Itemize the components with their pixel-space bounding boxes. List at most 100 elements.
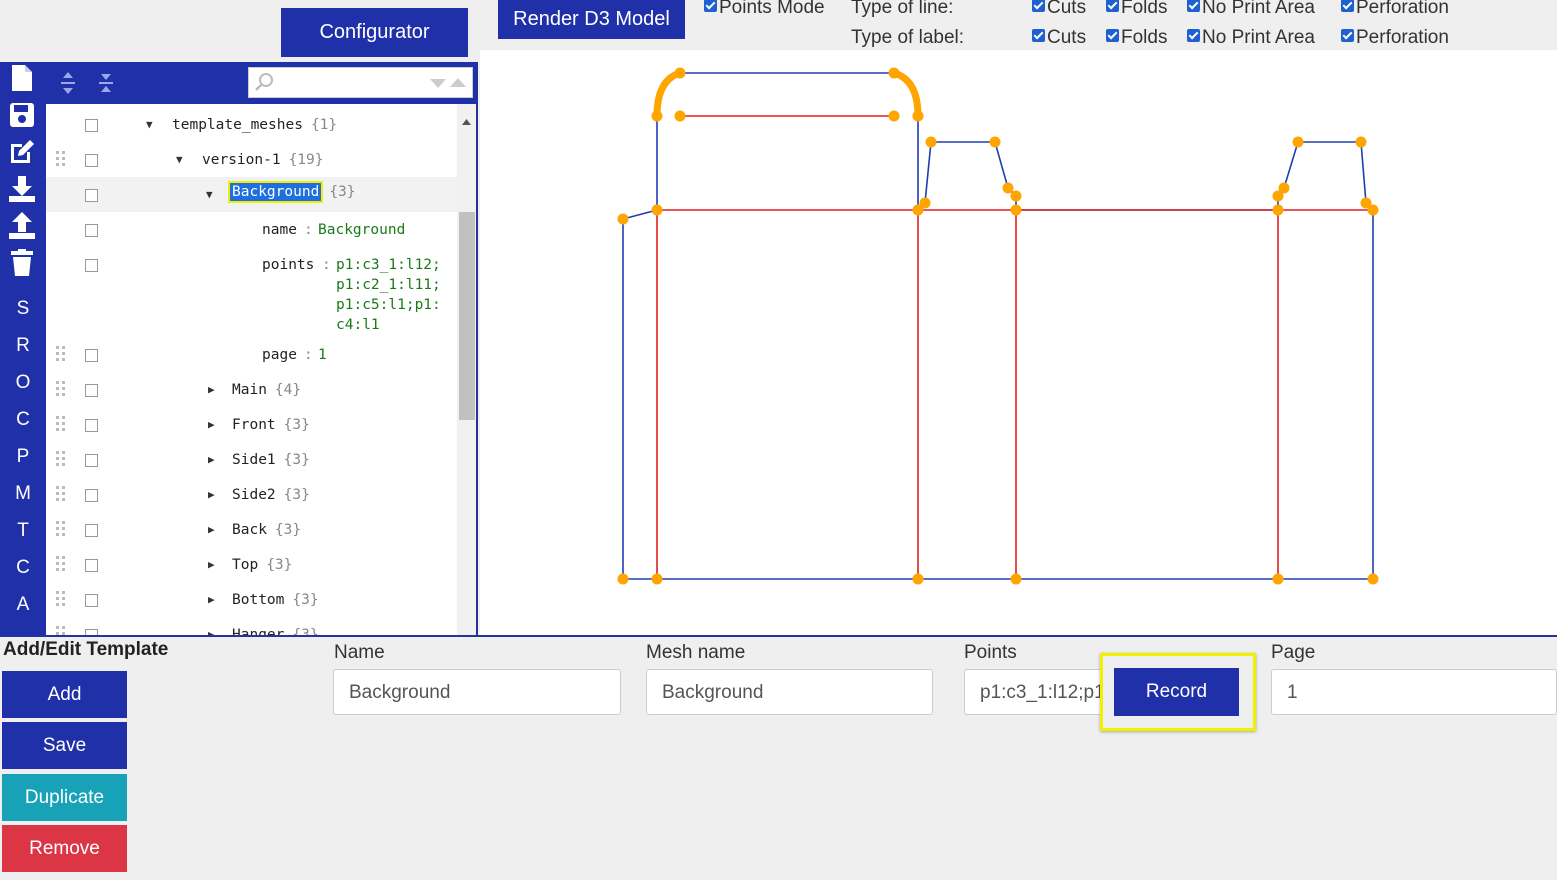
save-icon[interactable] xyxy=(7,100,37,130)
row-checkbox[interactable] xyxy=(85,259,98,272)
prop-value-page[interactable]: 1 xyxy=(318,347,327,363)
name-input[interactable]: Background xyxy=(333,669,621,715)
side-tab-p[interactable]: P xyxy=(0,446,46,468)
row-checkbox[interactable] xyxy=(85,384,98,397)
tree-row[interactable]: ▶ Side2 {3} xyxy=(46,477,457,512)
add-button[interactable]: Add xyxy=(2,671,127,718)
selected-node-label[interactable]: Background xyxy=(227,181,324,203)
dieline-drawing[interactable] xyxy=(480,50,1557,636)
search-prev-icon[interactable] xyxy=(429,76,447,94)
tree-row[interactable]: ▼ version-1 {19} xyxy=(46,142,457,177)
checkbox-checked-icon[interactable] xyxy=(1106,29,1119,42)
edit-icon[interactable] xyxy=(7,137,37,167)
side-tab-c[interactable]: C xyxy=(0,409,46,431)
caret-right-icon[interactable]: ▶ xyxy=(208,418,215,431)
prop-value-points-line[interactable]: p1:c2_1:l11; xyxy=(336,277,441,293)
caret-right-icon[interactable]: ▶ xyxy=(208,523,215,536)
side-tab-o[interactable]: O xyxy=(0,372,46,394)
checkbox-checked-icon[interactable] xyxy=(704,0,717,12)
configurator-button[interactable]: Configurator xyxy=(281,8,468,57)
drag-handle-icon[interactable] xyxy=(56,416,66,432)
label-no-print-area-checkbox[interactable]: No Print Area xyxy=(1187,27,1315,49)
tree-row[interactable]: ▼ template_meshes {1} xyxy=(46,107,457,142)
tree-node-version[interactable]: version-1 {19} xyxy=(202,152,324,168)
new-file-icon[interactable] xyxy=(7,63,37,93)
drag-handle-icon[interactable] xyxy=(56,556,66,572)
tree-row[interactable]: ▶ Front {3} xyxy=(46,407,457,442)
page-input[interactable]: 1 xyxy=(1271,669,1557,715)
duplicate-button[interactable]: Duplicate xyxy=(2,774,127,821)
row-checkbox[interactable] xyxy=(85,524,98,537)
checkbox-checked-icon[interactable] xyxy=(1187,29,1200,42)
line-folds-checkbox[interactable]: Folds xyxy=(1106,0,1167,19)
scroll-up-icon[interactable] xyxy=(462,112,471,130)
tree-node-front[interactable]: Front {3} xyxy=(232,417,310,433)
row-checkbox[interactable] xyxy=(85,224,98,237)
caret-right-icon[interactable]: ▶ xyxy=(208,593,215,606)
remove-button[interactable]: Remove xyxy=(2,825,127,872)
label-folds-checkbox[interactable]: Folds xyxy=(1106,27,1167,49)
tree-node-top[interactable]: Top {3} xyxy=(232,557,292,573)
caret-down-icon[interactable]: ▼ xyxy=(206,188,213,201)
tree-node-background[interactable]: Background {3} xyxy=(227,181,356,203)
tree-row[interactable]: ▶ Main {4} xyxy=(46,372,457,407)
tree-node-side2[interactable]: Side2 {3} xyxy=(232,487,310,503)
record-button[interactable]: Record xyxy=(1114,668,1239,716)
drag-handle-icon[interactable] xyxy=(56,381,66,397)
collapse-all-icon[interactable] xyxy=(96,70,116,101)
row-checkbox[interactable] xyxy=(85,349,98,362)
side-tab-t[interactable]: T xyxy=(0,520,46,542)
prop-value-points-line[interactable]: p1:c3_1:l12; xyxy=(336,257,441,273)
label-perforation-checkbox[interactable]: Perforation xyxy=(1341,27,1449,49)
checkbox-checked-icon[interactable] xyxy=(1341,29,1354,42)
search-next-icon[interactable] xyxy=(449,76,467,94)
tree-row[interactable]: ▶ Top {3} xyxy=(46,547,457,582)
line-perforation-checkbox[interactable]: Perforation xyxy=(1341,0,1449,19)
mesh-name-input[interactable]: Background xyxy=(646,669,933,715)
side-tab-m[interactable]: M xyxy=(0,483,46,505)
row-checkbox[interactable] xyxy=(85,559,98,572)
checkbox-checked-icon[interactable] xyxy=(1032,29,1045,42)
prop-value-name[interactable]: Background xyxy=(318,222,405,238)
points-input[interactable]: p1:c3_1:l12;p1:c2_1:l11;p1:c5:l1;p1:c4:l… xyxy=(964,669,1104,715)
checkbox-checked-icon[interactable] xyxy=(1106,0,1119,12)
drag-handle-icon[interactable] xyxy=(56,151,66,167)
side-tab-c2[interactable]: C xyxy=(0,557,46,579)
render-d3-model-button[interactable]: Render D3 Model xyxy=(498,0,685,39)
drag-handle-icon[interactable] xyxy=(56,521,66,537)
row-checkbox[interactable] xyxy=(85,154,98,167)
row-checkbox[interactable] xyxy=(85,419,98,432)
points-mode-checkbox[interactable]: Points Mode xyxy=(704,0,825,19)
drag-handle-icon[interactable] xyxy=(56,346,66,362)
tree-scroll-thumb[interactable] xyxy=(459,212,475,420)
checkbox-checked-icon[interactable] xyxy=(1032,0,1045,12)
save-button[interactable]: Save xyxy=(2,722,127,769)
tree-row[interactable]: ▶ Back {3} xyxy=(46,512,457,547)
checkbox-checked-icon[interactable] xyxy=(1187,0,1200,12)
tree-row-selected[interactable]: ▼ Background {3} xyxy=(46,177,457,212)
download-icon[interactable] xyxy=(7,174,37,204)
drag-handle-icon[interactable] xyxy=(56,486,66,502)
caret-right-icon[interactable]: ▶ xyxy=(208,453,215,466)
tree-node-side1[interactable]: Side1 {3} xyxy=(232,452,310,468)
row-checkbox[interactable] xyxy=(85,454,98,467)
tree-search-input[interactable] xyxy=(248,67,473,98)
line-no-print-area-checkbox[interactable]: No Print Area xyxy=(1187,0,1315,19)
line-cuts-checkbox[interactable]: Cuts xyxy=(1032,0,1086,19)
prop-value-points-line[interactable]: p1:c5:l1;p1: xyxy=(336,297,441,313)
tree-node-root[interactable]: template_meshes {1} xyxy=(172,117,337,133)
trash-icon[interactable] xyxy=(7,248,37,278)
row-checkbox[interactable] xyxy=(85,189,98,202)
checkbox-checked-icon[interactable] xyxy=(1341,0,1354,12)
caret-down-icon[interactable]: ▼ xyxy=(176,153,183,166)
tree-node-main[interactable]: Main {4} xyxy=(232,382,301,398)
side-tab-r[interactable]: R xyxy=(0,335,46,357)
caret-right-icon[interactable]: ▶ xyxy=(208,558,215,571)
drag-handle-icon[interactable] xyxy=(56,451,66,467)
tree-node-back[interactable]: Back {3} xyxy=(232,522,301,538)
prop-value-points-line[interactable]: c4:l1 xyxy=(336,317,380,333)
row-checkbox[interactable] xyxy=(85,594,98,607)
label-cuts-checkbox[interactable]: Cuts xyxy=(1032,27,1086,49)
upload-icon[interactable] xyxy=(7,211,37,241)
row-checkbox[interactable] xyxy=(85,119,98,132)
